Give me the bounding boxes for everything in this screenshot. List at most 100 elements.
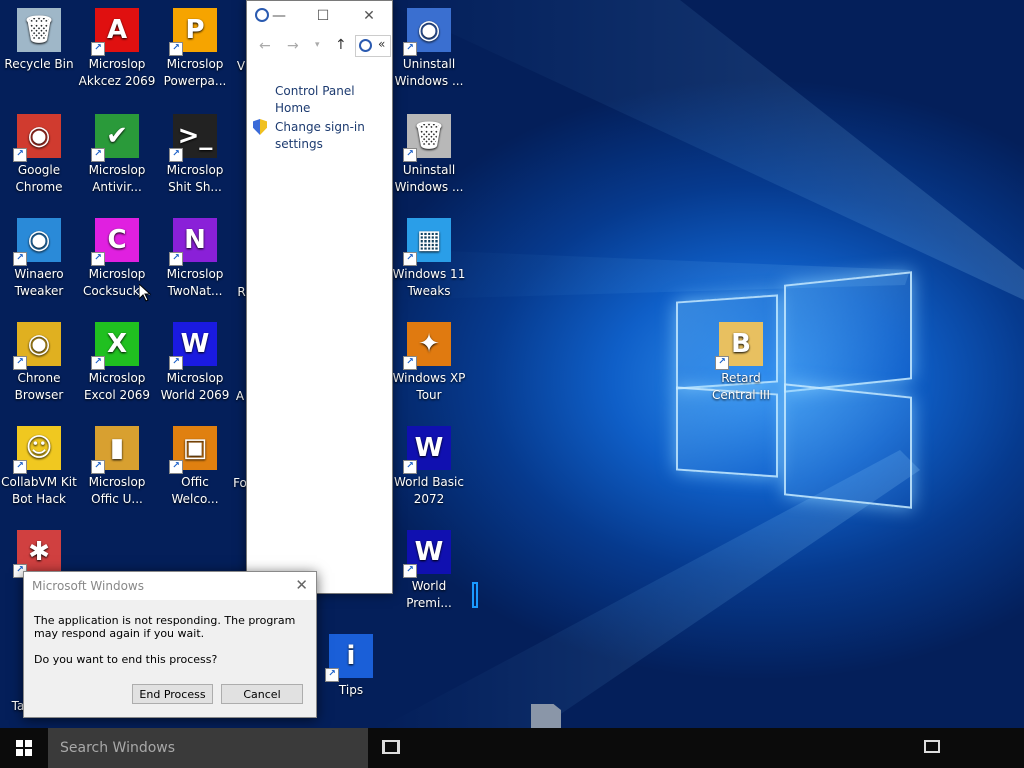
desktop-icon-label: Microslop Akkcez 2069 xyxy=(78,57,156,88)
app-icon: ▦ ↗ xyxy=(403,218,451,266)
control-panel-icon xyxy=(255,8,269,22)
app-icon: ◉ ↗ xyxy=(403,8,451,56)
start-button[interactable] xyxy=(0,728,48,768)
app-icon: C ↗ xyxy=(91,218,139,266)
overflow-chevron-icon[interactable]: « xyxy=(378,37,385,51)
desktop-icon-label: CollabVM Kit Bot Hack xyxy=(1,475,77,506)
desktop-icon[interactable]: B ↗ Retard Central III xyxy=(702,316,780,404)
app-icon: ✔ ↗ xyxy=(91,114,139,162)
maximize-button[interactable]: ☐ xyxy=(313,6,333,26)
app-icon: ☺ ↗ xyxy=(13,426,61,474)
desktop-icon-label: Windows 11 Tweaks xyxy=(392,267,466,298)
cancel-button[interactable]: Cancel xyxy=(221,684,303,704)
close-button[interactable]: ✕ xyxy=(359,6,379,26)
shortcut-arrow-icon: ↗ xyxy=(91,460,105,474)
app-icon: A ↗ xyxy=(91,8,139,56)
desktop-icon[interactable]: P ↗ Microslop Powerpa... xyxy=(156,2,234,90)
control-panel-icon xyxy=(359,39,372,52)
address-bar[interactable]: « xyxy=(355,35,391,57)
desktop-icon[interactable]: ▣ ↗ Offic Welco... xyxy=(156,420,234,508)
desktop-icon[interactable]: 🗑 Recycle Bin xyxy=(0,2,78,73)
desktop-icon[interactable]: ◉ ↗ Uninstall Windows ... xyxy=(390,2,468,90)
shield-icon xyxy=(253,119,267,135)
app-icon: N ↗ xyxy=(169,218,217,266)
desktop-icon-label: World Premi... xyxy=(406,579,452,610)
not-responding-dialog[interactable]: Microsoft Windows ✕ The application is n… xyxy=(23,571,317,718)
shortcut-arrow-icon: ↗ xyxy=(403,148,417,162)
desktop-icon[interactable]: ✦ ↗ Windows XP Tour xyxy=(390,316,468,404)
desktop-icon-label: Windows XP Tour xyxy=(392,371,466,402)
desktop-icon[interactable]: A ↗ Microslop Akkcez 2069 xyxy=(78,2,156,90)
shortcut-arrow-icon: ↗ xyxy=(403,252,417,266)
desktop-icon[interactable]: ◉ ↗ Winaero Tweaker xyxy=(0,212,78,300)
shortcut-arrow-icon: ↗ xyxy=(13,356,27,370)
windows-logo-icon xyxy=(16,740,32,756)
app-icon: P ↗ xyxy=(169,8,217,56)
desktop-icon-label: Recycle Bin xyxy=(4,57,74,71)
app-icon: B ↗ xyxy=(715,322,763,370)
shortcut-arrow-icon: ↗ xyxy=(169,252,183,266)
desktop-icon[interactable]: ◉ ↗ Google Chrome xyxy=(0,108,78,196)
shortcut-arrow-icon: ↗ xyxy=(169,148,183,162)
logo-pane-bottom-right xyxy=(784,383,912,509)
change-sign-in-settings-link[interactable]: Change sign-in settings xyxy=(275,119,385,153)
shortcut-arrow-icon: ↗ xyxy=(91,252,105,266)
shortcut-arrow-icon: ↗ xyxy=(91,42,105,56)
end-process-button[interactable]: End Process xyxy=(132,684,213,704)
shortcut-arrow-icon: ↗ xyxy=(13,460,27,474)
desktop-icon[interactable]: ◉ ↗ Chrone Browser xyxy=(0,316,78,404)
app-icon: ✱ ↗ xyxy=(13,530,61,578)
file-icon[interactable] xyxy=(531,704,561,728)
app-icon: W ↗ xyxy=(403,530,451,578)
control-panel-window[interactable]: — ☐ ✕ ← → ▾ ↑ « Control Panel Home Chang… xyxy=(246,0,393,594)
app-icon: ▣ ↗ xyxy=(169,426,217,474)
shortcut-arrow-icon: ↗ xyxy=(91,148,105,162)
desktop-icon[interactable]: 🗑 ↗ Uninstall Windows ... xyxy=(390,108,468,196)
back-arrow-icon[interactable]: ← xyxy=(259,38,271,54)
app-icon: 🗑 ↗ xyxy=(403,114,451,162)
forward-arrow-icon[interactable]: → xyxy=(287,38,299,54)
close-icon[interactable]: ✕ xyxy=(295,576,308,594)
desktop-icon[interactable]: W ↗ World Basic 2072 xyxy=(390,420,468,508)
control-panel-home-link[interactable]: Control Panel Home xyxy=(275,83,392,117)
desktop-icon[interactable]: W ↗ Microslop World 2069 xyxy=(156,316,234,404)
desktop-icon[interactable]: ✔ ↗ Microslop Antivir... xyxy=(78,108,156,196)
dialog-question: Do you want to end this process? xyxy=(34,653,218,666)
app-icon: W ↗ xyxy=(403,426,451,474)
desktop-icon[interactable]: >_ ↗ Microslop Shit Sh... xyxy=(156,108,234,196)
desktop-icon-label: Uninstall Windows ... xyxy=(394,57,464,88)
window-titlebar[interactable]: — ☐ ✕ xyxy=(247,1,392,31)
dialog-message: The application is not responding. The p… xyxy=(34,614,296,640)
shortcut-arrow-icon: ↗ xyxy=(169,356,183,370)
app-icon: ◉ ↗ xyxy=(13,114,61,162)
app-icon: ◉ ↗ xyxy=(13,322,61,370)
dialog-titlebar[interactable]: Microsoft Windows ✕ xyxy=(24,572,316,600)
shortcut-arrow-icon: ↗ xyxy=(91,356,105,370)
dialog-body: The application is not responding. The p… xyxy=(34,614,304,666)
desktop-icon[interactable]: ▮ ↗ Microslop Offic U... xyxy=(78,420,156,508)
desktop-icon[interactable]: W ↗ World Premi... xyxy=(390,524,468,612)
mouse-pointer-icon xyxy=(139,284,151,302)
up-arrow-icon[interactable]: ↑ xyxy=(335,37,347,53)
desktop-icon[interactable]: ▦ ↗ Windows 11 Tweaks xyxy=(390,212,468,300)
shortcut-arrow-icon: ↗ xyxy=(169,460,183,474)
recent-dropdown-icon[interactable]: ▾ xyxy=(315,40,320,50)
shortcut-arrow-icon: ↗ xyxy=(325,668,339,682)
desktop-icon[interactable]: N ↗ Microslop TwoNat... xyxy=(156,212,234,300)
action-center-icon[interactable] xyxy=(924,740,940,753)
desktop-icon[interactable]: i ↗ Tips xyxy=(312,628,390,699)
desktop-icon-label: Microslop TwoNat... xyxy=(166,267,224,298)
app-icon: W ↗ xyxy=(169,322,217,370)
desktop-icon-label: Microslop Shit Sh... xyxy=(166,163,224,194)
desktop-icon-label: Microslop Excol 2069 xyxy=(83,371,151,402)
desktop-icon[interactable]: X ↗ Microslop Excol 2069 xyxy=(78,316,156,404)
minimize-button[interactable]: — xyxy=(269,6,289,26)
search-input[interactable] xyxy=(48,728,368,768)
shortcut-arrow-icon: ↗ xyxy=(403,42,417,56)
desktop-icon[interactable]: ☺ ↗ CollabVM Kit Bot Hack xyxy=(0,420,78,508)
taskbar xyxy=(0,728,1024,768)
navigation-bar: ← → ▾ ↑ « xyxy=(247,31,392,63)
app-icon: 🗑 xyxy=(17,8,61,52)
shortcut-arrow-icon: ↗ xyxy=(169,42,183,56)
task-view-icon[interactable] xyxy=(382,740,400,754)
